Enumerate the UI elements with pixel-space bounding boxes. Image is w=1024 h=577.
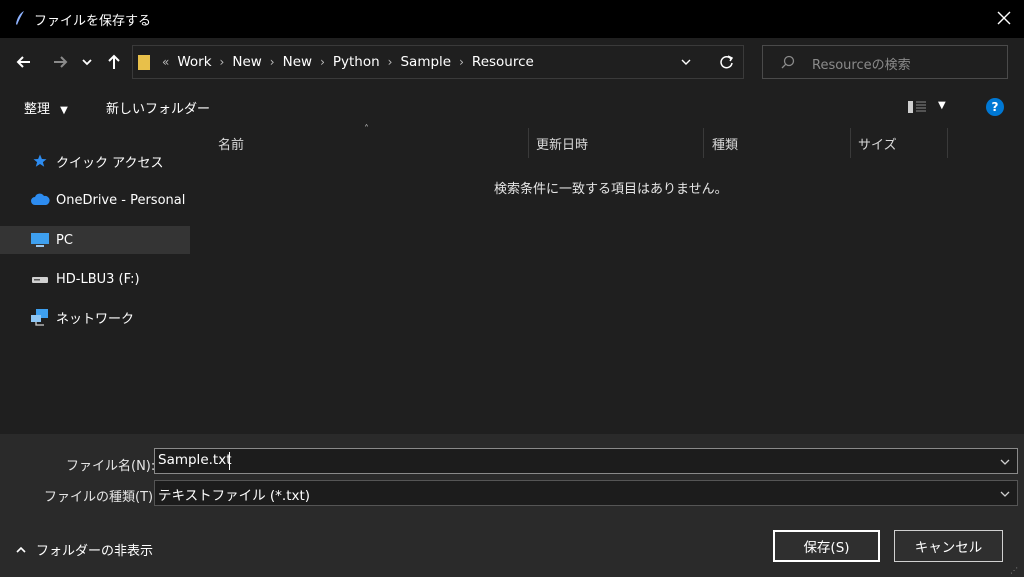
view-options-icon[interactable]	[906, 99, 928, 115]
cloud-icon	[30, 192, 50, 208]
save-button[interactable]: 保存(S)	[773, 530, 880, 562]
breadcrumb: « Work › New › New › Python › Sample › R…	[160, 54, 540, 70]
search-icon	[781, 55, 795, 69]
sidebar-item-label: PC	[56, 232, 73, 248]
column-header-type[interactable]: 種類	[712, 134, 738, 153]
breadcrumb-separator-icon[interactable]: ›	[457, 55, 466, 69]
empty-folder-message: 検索条件に一致する項目はありません。	[494, 182, 728, 197]
organize-menu[interactable]: 整理 ▼	[24, 98, 68, 117]
title-bar	[0, 0, 1024, 38]
column-divider[interactable]	[703, 128, 704, 158]
app-feather-icon	[16, 11, 24, 25]
filetype-value[interactable]: テキストファイル (*.txt)	[158, 484, 310, 504]
text-cursor	[229, 452, 230, 470]
column-header-modified[interactable]: 更新日時	[536, 134, 588, 153]
chevron-up-icon	[16, 546, 26, 553]
organize-label: 整理	[24, 102, 51, 117]
filename-input[interactable]	[154, 448, 1018, 474]
forward-arrow-icon[interactable]	[46, 48, 74, 76]
new-folder-button[interactable]: 新しいフォルダー	[106, 98, 210, 117]
drive-icon	[30, 271, 50, 287]
sidebar-item-label: クイック アクセス	[56, 155, 164, 171]
breadcrumb-new-1[interactable]: New	[226, 54, 267, 70]
help-icon[interactable]: ?	[986, 98, 1004, 116]
up-arrow-icon[interactable]	[100, 48, 128, 76]
breadcrumb-separator-icon[interactable]: ›	[386, 55, 395, 69]
filename-label: ファイル名(N):	[66, 459, 156, 474]
column-divider[interactable]	[850, 128, 851, 158]
path-overflow-indicator[interactable]: «	[160, 55, 171, 69]
folder-icon	[138, 55, 150, 70]
filetype-label: ファイルの種類(T):	[44, 490, 158, 505]
hide-folders-toggle[interactable]: フォルダーの非表示	[14, 540, 153, 559]
recent-locations-chevron-icon[interactable]	[76, 48, 98, 76]
sidebar-item-pc[interactable]: PC	[0, 226, 190, 254]
sidebar-item-label: HD-LBU3 (F:)	[56, 271, 140, 287]
resize-grip-icon[interactable]: ⋰	[1010, 566, 1018, 575]
sidebar-item-quick-access[interactable]: クイック アクセス	[0, 147, 190, 175]
window-title: ファイルを保存する	[34, 14, 152, 29]
column-divider[interactable]	[947, 128, 948, 158]
star-icon	[30, 153, 50, 169]
cancel-button[interactable]: キャンセル	[894, 530, 1003, 562]
sidebar-item-network[interactable]: ネットワーク	[0, 303, 190, 331]
breadcrumb-work[interactable]: Work	[171, 54, 217, 70]
sidebar-item-onedrive[interactable]: OneDrive - Personal	[0, 186, 190, 214]
sidebar-item-label: OneDrive - Personal	[56, 192, 186, 208]
organize-dropdown-icon: ▼	[60, 105, 68, 116]
sidebar-item-label: ネットワーク	[56, 311, 135, 327]
refresh-icon[interactable]	[718, 53, 736, 71]
close-icon[interactable]	[994, 8, 1014, 28]
monitor-icon	[30, 232, 50, 248]
breadcrumb-python[interactable]: Python	[327, 54, 386, 70]
column-divider[interactable]	[528, 128, 529, 158]
breadcrumb-separator-icon[interactable]: ›	[268, 55, 277, 69]
search-placeholder: Resourceの検索	[812, 58, 911, 73]
breadcrumb-separator-icon[interactable]: ›	[318, 55, 327, 69]
hide-folders-label: フォルダーの非表示	[36, 544, 154, 559]
view-dropdown-icon[interactable]: ▼	[938, 100, 946, 111]
sidebar-item-drive[interactable]: HD-LBU3 (F:)	[0, 265, 190, 293]
breadcrumb-new-2[interactable]: New	[277, 54, 318, 70]
file-list[interactable]	[192, 126, 1024, 434]
column-header-size[interactable]: サイズ	[858, 134, 897, 153]
filename-dropdown-chevron-icon[interactable]	[998, 455, 1012, 469]
filetype-dropdown-chevron-icon[interactable]	[998, 487, 1012, 501]
back-arrow-icon[interactable]	[10, 48, 38, 76]
sort-ascending-icon: ˄	[364, 124, 369, 135]
filename-value[interactable]: Sample.txt	[158, 452, 232, 468]
address-dropdown-chevron-icon[interactable]	[678, 54, 694, 70]
network-icon	[30, 309, 50, 326]
breadcrumb-separator-icon[interactable]: ›	[218, 55, 227, 69]
breadcrumb-resource[interactable]: Resource	[466, 54, 540, 70]
column-header-name[interactable]: 名前	[218, 134, 244, 153]
breadcrumb-sample[interactable]: Sample	[394, 54, 457, 70]
